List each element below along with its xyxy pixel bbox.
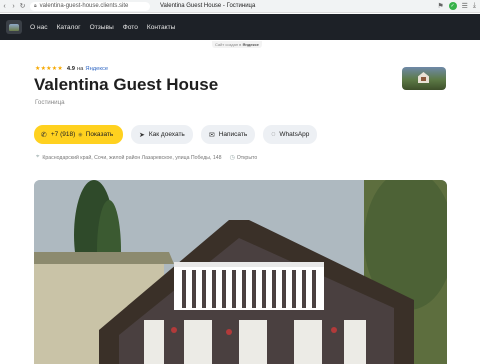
nav-item-photos[interactable]: Фото (123, 24, 138, 31)
nav-item-catalog[interactable]: Каталог (57, 24, 81, 31)
site-logo[interactable] (6, 20, 22, 34)
browser-toolbar: ‹ › ↻ 🔒︎ valentina-guest-house.clients.s… (0, 0, 480, 13)
route-button[interactable]: ➤ Как доехать (131, 125, 193, 144)
write-button[interactable]: ✉ Написать (200, 125, 256, 144)
address-bar[interactable]: 🔒︎ valentina-guest-house.clients.site (30, 1, 150, 11)
nav-item-about[interactable]: О нас (30, 24, 48, 31)
shield-icon[interactable]: ✓ (448, 2, 457, 10)
address-text[interactable]: Краснодарский край, Сочи, жилой район Ла… (42, 155, 221, 161)
phone-icon: ✆ (41, 131, 47, 139)
address-row: ⌖ Краснодарский край, Сочи, жилой район … (36, 154, 257, 161)
badge-prefix: Сайт создан в (215, 42, 242, 47)
eye-icon: ◉ (78, 131, 83, 138)
phone-number: +7 (918) (50, 131, 76, 138)
nav-item-reviews[interactable]: Отзывы (90, 24, 114, 31)
business-category: Гостиница (35, 99, 65, 106)
nav-item-contacts[interactable]: Контакты (147, 24, 175, 31)
rating-on: на (76, 65, 84, 72)
show-phone-button[interactable]: ✆ +7 (918) ◉ Показать (34, 125, 123, 144)
mail-icon: ✉ (208, 131, 215, 139)
extensions-icon[interactable]: ☰ (462, 2, 468, 10)
site-created-badge[interactable]: Сайт создан в Яндексе (212, 41, 262, 48)
nav-menu: О нас Каталог Отзывы Фото Контакты (30, 24, 175, 31)
lock-icon: 🔒︎ (34, 3, 37, 9)
logo-image (9, 23, 19, 31)
bookmark-icon[interactable]: ⚑ (437, 2, 443, 10)
badge-brand: Яндексе (242, 42, 259, 47)
cover-photo[interactable] (34, 180, 447, 364)
rating-source-link[interactable]: Яндексе (85, 66, 108, 72)
url-text: valentina-guest-house.clients.site (39, 3, 129, 9)
route-icon: ➤ (139, 131, 145, 139)
page-title: Valentina Guest House - Гостиница (160, 3, 256, 9)
route-label: Как доехать (148, 131, 185, 138)
business-thumbnail[interactable] (402, 67, 446, 90)
business-name: Valentina Guest House (34, 75, 219, 94)
cover-photo-illustration (34, 180, 447, 364)
write-label: Написать (218, 131, 248, 138)
reload-icon[interactable]: ↻ (18, 2, 27, 10)
back-arrow-icon[interactable]: ‹ (0, 3, 9, 10)
rating-row: ★★★★★ 4.9 на Яндексе (35, 65, 108, 73)
whatsapp-button[interactable]: ◌ WhatsApp (263, 125, 318, 144)
show-label: Показать (85, 131, 114, 138)
open-status: Открыто (236, 154, 258, 161)
site-navbar: О нас Каталог Отзывы Фото Контакты (0, 14, 480, 40)
action-buttons: ✆ +7 (918) ◉ Показать ➤ Как доехать ✉ На… (34, 125, 318, 144)
thumbnail-window (421, 77, 426, 81)
rating-value: 4.9 (66, 65, 75, 72)
clock-icon: ◷ (229, 155, 235, 161)
download-icon[interactable]: ⤓ (473, 2, 476, 10)
forward-icon[interactable]: › (9, 3, 18, 10)
whatsapp-label: WhatsApp (279, 131, 310, 138)
rating-stars: ★★★★★ (35, 66, 63, 72)
browser-actions: ⚑ ✓ ☰ ⤓ (437, 2, 480, 10)
whatsapp-icon: ◌ (271, 131, 276, 138)
location-pin-icon: ⌖ (36, 154, 40, 160)
